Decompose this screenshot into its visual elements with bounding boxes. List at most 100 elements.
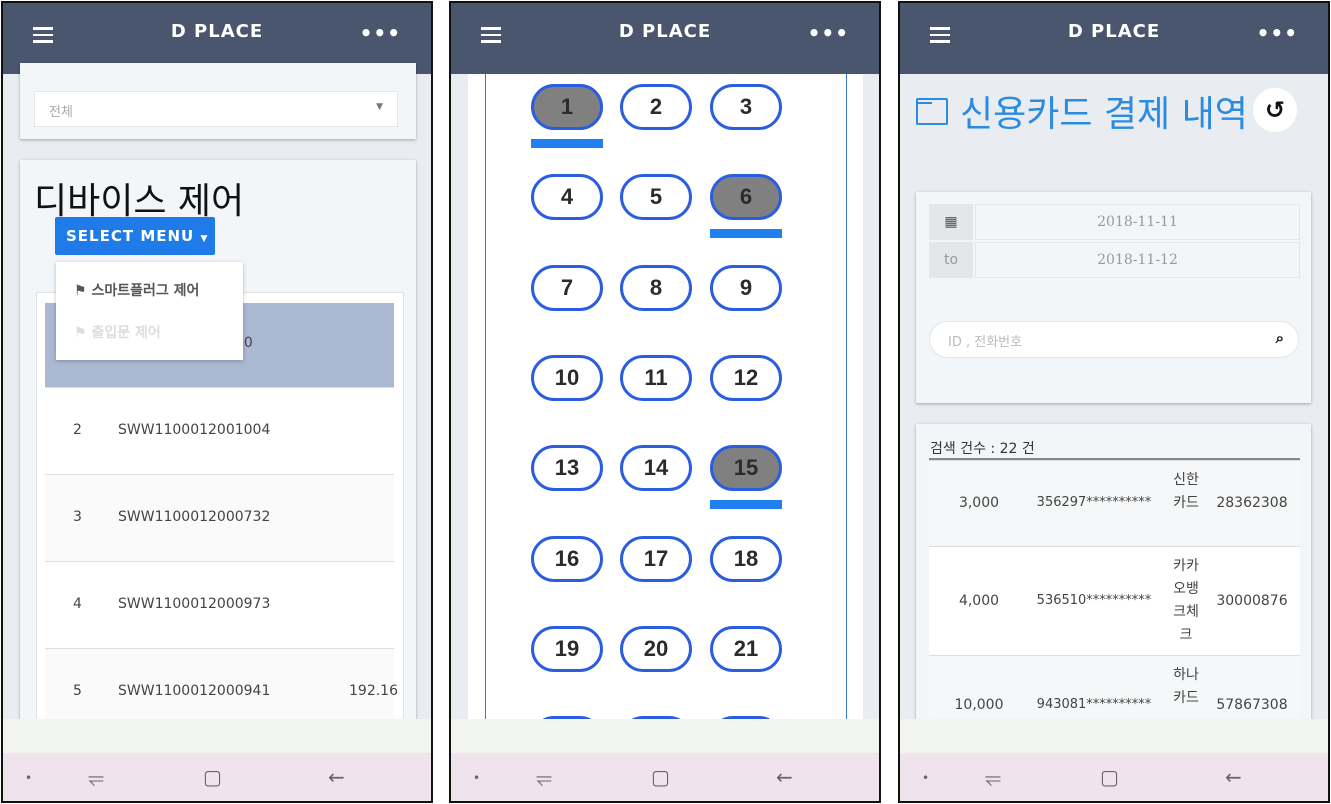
table-row[interactable]: 2 SWW1100012001004 bbox=[45, 387, 394, 474]
more-icon[interactable]: ••• bbox=[1257, 21, 1298, 45]
system-nav-bar: • ⥫ ▢ ← bbox=[900, 753, 1328, 801]
search-placeholder: ID , 전화번호 bbox=[948, 335, 1023, 350]
app-header: D PLACE ••• bbox=[900, 3, 1328, 74]
card-company: 카카오뱅크체크 bbox=[1173, 558, 1199, 643]
home-icon[interactable]: ▢ bbox=[203, 765, 222, 789]
folder-icon bbox=[916, 98, 948, 125]
number-button-11[interactable]: 11 bbox=[620, 354, 692, 401]
number-button-7[interactable]: 7 bbox=[531, 264, 603, 311]
bottom-band bbox=[900, 719, 1328, 753]
back-icon[interactable]: ← bbox=[1225, 765, 1242, 789]
search-icon[interactable]: ⌕ bbox=[1276, 329, 1284, 347]
table-row[interactable]: 3 SWW1100012000732 bbox=[45, 474, 394, 561]
selected-indicator bbox=[531, 139, 603, 148]
menu-item-label: 출입문 제어 bbox=[91, 325, 161, 341]
amount: 3,000 bbox=[958, 495, 1000, 511]
number-button-6[interactable]: 6 bbox=[710, 174, 782, 221]
filter-card: ▦ 2018-11-11 to 2018-11-12 ID , 전화번호 ⌕ bbox=[916, 192, 1311, 403]
bottom-band bbox=[451, 719, 879, 753]
more-icon[interactable]: ••• bbox=[808, 21, 849, 45]
phone-button-grid: D PLACE ••• 1 2 3 4 5 6 7 8 9 10 11 12 13 14 15 16 17 18 1… bbox=[449, 1, 881, 803]
number-button-18[interactable]: 18 bbox=[710, 535, 782, 582]
search-input[interactable]: ID , 전화번호 ⌕ bbox=[929, 321, 1299, 358]
row-number: 4 bbox=[73, 596, 82, 612]
number-button-16[interactable]: 16 bbox=[531, 535, 603, 582]
approval-number: 28362308 bbox=[1216, 495, 1288, 511]
result-count: 검색 건수 : 22 건 bbox=[930, 441, 1035, 457]
filter-card: 전체 ▼ bbox=[20, 63, 416, 139]
refresh-button[interactable]: ↺ bbox=[1253, 88, 1297, 132]
number-button-3[interactable]: 3 bbox=[710, 84, 782, 130]
payment-row[interactable]: 3,000 356297********** 신한카드 28362308 bbox=[929, 460, 1300, 546]
number-button-13[interactable]: 13 bbox=[531, 445, 603, 492]
card-number: 943081********** bbox=[1036, 697, 1152, 712]
number-button-5[interactable]: 5 bbox=[620, 174, 692, 221]
system-nav-bar: • ⥫ ▢ ← bbox=[451, 753, 879, 801]
number-button-8[interactable]: 8 bbox=[620, 264, 692, 311]
device-id: SWW1100012000941 bbox=[118, 683, 271, 699]
number-button-20[interactable]: 20 bbox=[620, 625, 692, 672]
caret-down-icon: ▼ bbox=[200, 234, 209, 244]
dot-icon[interactable]: • bbox=[922, 771, 929, 785]
amount: 10,000 bbox=[954, 697, 1004, 713]
home-icon[interactable]: ▢ bbox=[651, 765, 670, 789]
approval-number: 57867308 bbox=[1216, 697, 1288, 713]
back-icon[interactable]: ← bbox=[776, 765, 793, 789]
payment-row[interactable]: 4,000 536510********** 카카오뱅크체크 30000876 bbox=[929, 546, 1300, 655]
card-number: 356297********** bbox=[1036, 495, 1152, 510]
bottom-band bbox=[3, 719, 431, 753]
amount: 4,000 bbox=[958, 592, 1000, 609]
flag-icon: ⚑ bbox=[74, 325, 87, 341]
device-id: SWW1100012000973 bbox=[118, 596, 271, 612]
number-button-12[interactable]: 12 bbox=[710, 354, 782, 401]
number-button-2[interactable]: 2 bbox=[620, 84, 692, 130]
selected-indicator bbox=[710, 229, 782, 239]
number-button-19[interactable]: 19 bbox=[531, 625, 603, 672]
filter-select[interactable]: 전체 ▼ bbox=[34, 91, 398, 127]
menu-item-smartplug[interactable]: ⚑ 스마트플러그 제어 bbox=[74, 280, 199, 300]
caret-down-icon: ▼ bbox=[376, 102, 383, 112]
number-button-17[interactable]: 17 bbox=[620, 535, 692, 582]
selected-indicator bbox=[710, 500, 782, 510]
recent-apps-icon[interactable]: ⥫ bbox=[88, 765, 104, 789]
select-menu-button[interactable]: SELECT MENU ▼ bbox=[55, 217, 215, 255]
card-number: 536510********** bbox=[1036, 592, 1152, 608]
menu-item-door[interactable]: ⚑ 출입문 제어 bbox=[74, 322, 161, 342]
back-icon[interactable]: ← bbox=[328, 765, 345, 789]
number-button-14[interactable]: 14 bbox=[620, 445, 692, 492]
dropdown-menu: ⚑ 스마트플러그 제어 ⚑ 출입문 제어 bbox=[56, 262, 243, 360]
number-button-15[interactable]: 15 bbox=[710, 445, 782, 492]
refresh-icon: ↺ bbox=[1264, 96, 1286, 124]
dot-icon[interactable]: • bbox=[25, 771, 32, 785]
device-id: SWW1100012000732 bbox=[118, 509, 271, 525]
to-label: to bbox=[929, 242, 973, 278]
more-icon[interactable]: ••• bbox=[360, 21, 401, 45]
select-menu-label: SELECT MENU bbox=[66, 227, 195, 245]
app-header: D PLACE ••• bbox=[451, 3, 879, 74]
device-card: 디바이스 제어 40 2 SWW1100012001004 3 SWW11000… bbox=[20, 160, 416, 760]
page-title: 신용카드 결제 내역 bbox=[960, 94, 1248, 135]
recent-apps-icon[interactable]: ⥫ bbox=[985, 765, 1001, 789]
number-button-4[interactable]: 4 bbox=[531, 174, 603, 221]
approval-number: 30000876 bbox=[1216, 592, 1288, 609]
number-button-1[interactable]: 1 bbox=[531, 84, 603, 130]
date-to-input[interactable]: 2018-11-12 bbox=[975, 242, 1300, 278]
date-from-input[interactable]: 2018-11-11 bbox=[975, 204, 1300, 240]
recent-apps-icon[interactable]: ⥫ bbox=[536, 765, 552, 789]
device-id: SWW1100012001004 bbox=[118, 422, 271, 438]
menu-item-label: 스마트플러그 제어 bbox=[91, 283, 200, 299]
number-button-10[interactable]: 10 bbox=[531, 354, 603, 401]
filter-value: 전체 bbox=[49, 105, 73, 120]
table-row[interactable]: 4 SWW1100012000973 bbox=[45, 561, 394, 648]
number-button-9[interactable]: 9 bbox=[710, 264, 782, 311]
button-grid: 1 2 3 4 5 6 7 8 9 10 11 12 13 14 15 16 17 18 19 20 21 bbox=[485, 74, 847, 763]
phone-device-control: D PLACE ••• 전체 ▼ 디바이스 제어 40 2 SWW1100012… bbox=[1, 1, 433, 803]
row-number: 5 bbox=[73, 683, 82, 699]
system-nav-bar: • ⥫ ▢ ← bbox=[3, 753, 431, 801]
home-icon[interactable]: ▢ bbox=[1100, 765, 1119, 789]
number-button-21[interactable]: 21 bbox=[710, 625, 782, 672]
card-company: 하나카드 bbox=[1173, 667, 1199, 706]
device-ip: 192.16 bbox=[349, 683, 398, 699]
dot-icon[interactable]: • bbox=[473, 771, 480, 785]
device-table: 40 2 SWW1100012001004 3 SWW1100012000732… bbox=[36, 292, 404, 752]
